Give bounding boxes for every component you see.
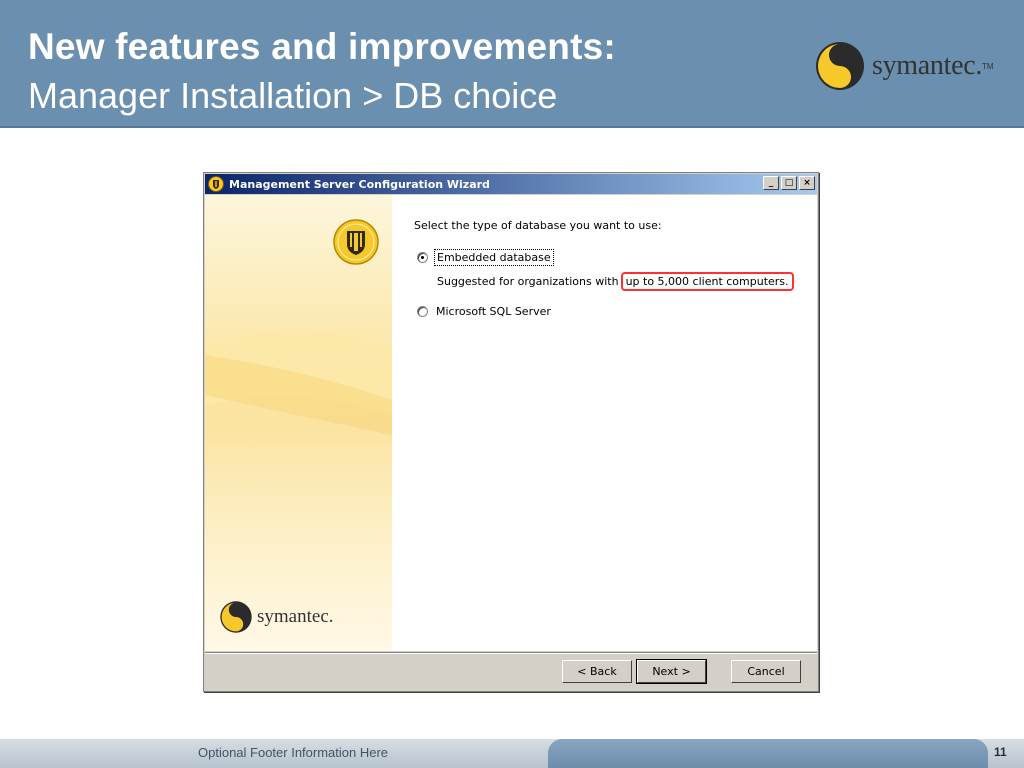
window-title: Management Server Configuration Wizard <box>229 177 490 191</box>
logo-wordmark: symantec. <box>872 50 983 81</box>
radio-label-sql-server[interactable]: Microsoft SQL Server <box>434 304 553 319</box>
side-logo-wordmark: symantec. <box>257 606 334 627</box>
window-controls: _ □ × <box>763 176 815 190</box>
slide-footer: Optional Footer Information Here 11 <box>0 739 1024 768</box>
symantec-logo-icon <box>220 601 252 633</box>
radio-button-selected[interactable] <box>417 252 428 263</box>
next-button[interactable]: Next > <box>636 659 707 684</box>
wizard-window: Management Server Configuration Wizard _… <box>203 172 819 692</box>
shield-icon <box>208 176 224 192</box>
wizard-content: Select the type of database you want to … <box>392 195 817 651</box>
slide-subtitle: Manager Installation > DB choice <box>28 75 558 116</box>
footer-ribbon <box>548 739 988 768</box>
footer-info: Optional Footer Information Here <box>198 745 389 760</box>
note-text: Suggested for organizations with <box>437 275 619 288</box>
radio-button-unselected[interactable] <box>417 306 428 317</box>
slide-header: New features and improvements: Manager I… <box>0 0 1024 128</box>
back-button[interactable]: < Back <box>562 660 632 683</box>
side-symantec-logo: symantec. <box>219 600 334 634</box>
shield-logo-icon <box>333 219 379 265</box>
db-type-prompt: Select the type of database you want to … <box>414 219 662 232</box>
radio-embedded-database[interactable]: Embedded database <box>417 249 554 266</box>
page-number: 11 <box>994 745 1007 759</box>
wizard-body: symantec. Select the type of database yo… <box>205 195 817 651</box>
cancel-button[interactable]: Cancel <box>731 660 801 683</box>
radio-label-embedded[interactable]: Embedded database <box>434 249 554 266</box>
maximize-button[interactable]: □ <box>781 176 797 190</box>
symantec-logo-icon <box>816 42 864 90</box>
embedded-note: Suggested for organizations with up to 5… <box>437 272 794 291</box>
note-highlight: up to 5,000 client computers. <box>620 272 794 291</box>
radio-microsoft-sql-server[interactable]: Microsoft SQL Server <box>417 304 553 319</box>
minimize-button[interactable]: _ <box>763 176 779 190</box>
close-button[interactable]: × <box>799 176 815 190</box>
slide-title: New features and improvements: <box>28 26 616 67</box>
logo-trademark: TM <box>982 61 994 71</box>
wizard-side-panel: symantec. <box>205 195 392 651</box>
window-titlebar[interactable]: Management Server Configuration Wizard _… <box>205 174 817 194</box>
wizard-button-bar: < Back Next > Cancel <box>205 652 817 691</box>
symantec-logo: symantec. TM <box>814 38 1004 94</box>
